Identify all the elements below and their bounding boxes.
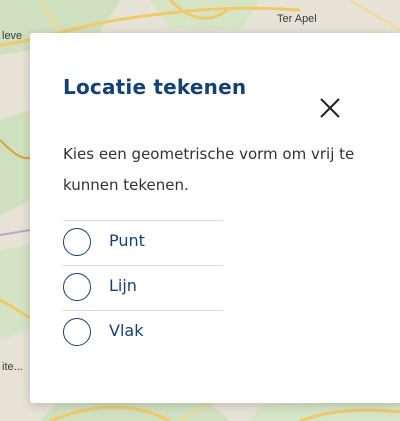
map-place-label: Ter Apel — [277, 13, 317, 25]
close-icon — [320, 98, 340, 118]
shape-options: Punt Lijn Vlak — [63, 220, 223, 355]
radio-button[interactable] — [63, 228, 91, 256]
map-place-label: leve — [2, 30, 23, 42]
dialog-description: Kies een geometrische vorm om vrij te ku… — [63, 145, 355, 194]
option-polygon[interactable]: Vlak — [63, 310, 223, 355]
option-point[interactable]: Punt — [63, 220, 223, 265]
radio-button[interactable] — [63, 318, 91, 346]
close-button[interactable] — [318, 96, 342, 120]
option-label[interactable]: Vlak — [109, 321, 143, 340]
dialog-title: Locatie tekenen — [63, 75, 247, 99]
option-label[interactable]: Punt — [109, 231, 145, 250]
draw-location-dialog: Locatie tekenen Kies een geometrische vo… — [30, 33, 400, 403]
map-place-label: ite... — [2, 361, 23, 373]
radio-button[interactable] — [63, 273, 91, 301]
option-label[interactable]: Lijn — [109, 276, 137, 295]
option-line[interactable]: Lijn — [63, 265, 223, 310]
